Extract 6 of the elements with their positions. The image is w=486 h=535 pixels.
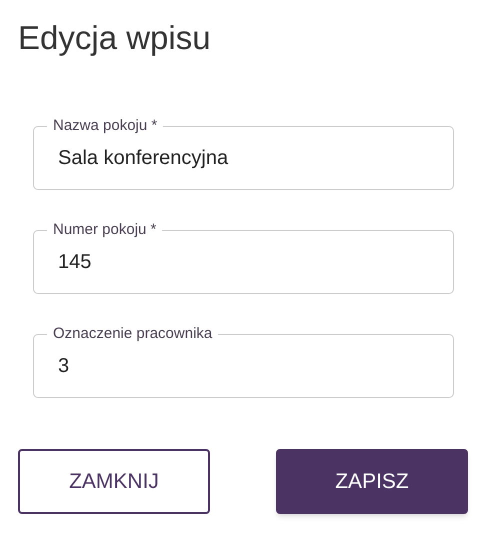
dialog-button[interactable]: ZAPISZ (276, 449, 468, 514)
dialog-button[interactable]: ZAMKNIJ (18, 449, 210, 514)
dialog-title: Edycja wpisu (18, 18, 211, 58)
field-label: Numer pokoju * (47, 221, 162, 239)
field-label: Oznaczenie pracownika (47, 325, 218, 343)
field-label: Nazwa pokoju * (47, 117, 164, 135)
